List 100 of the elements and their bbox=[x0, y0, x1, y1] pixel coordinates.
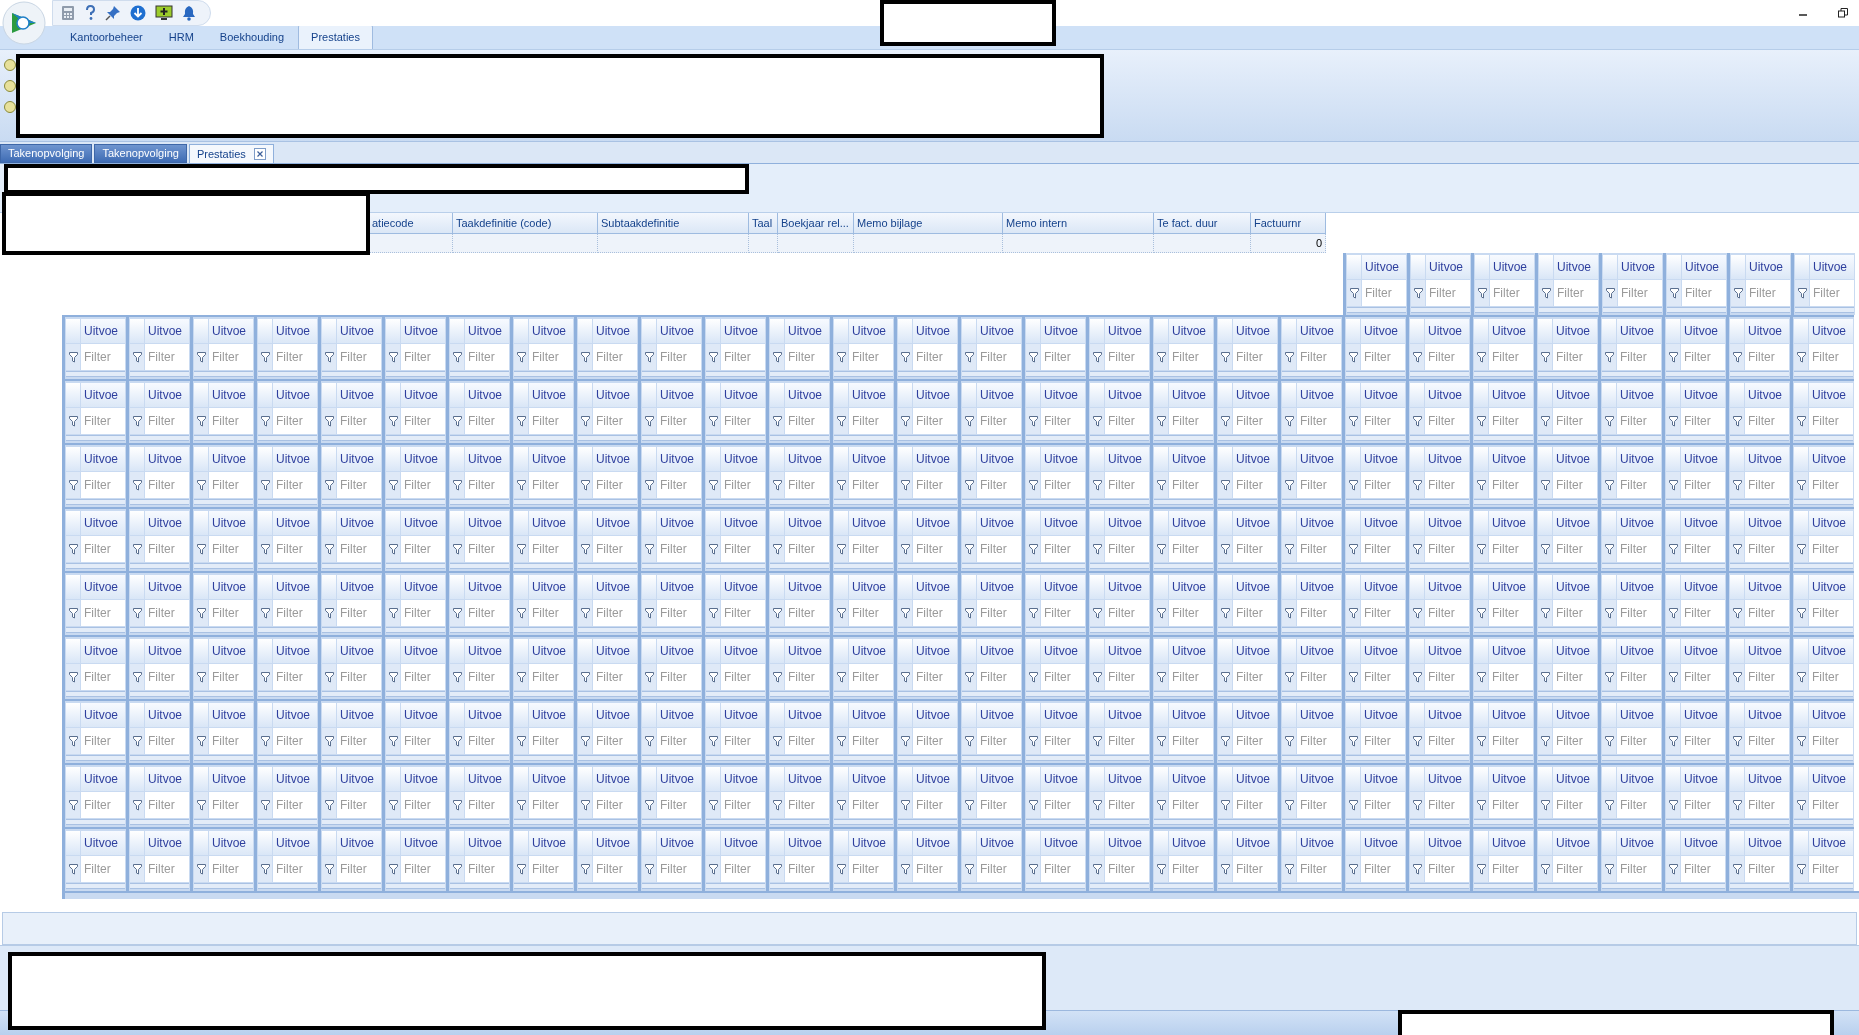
filter-icon[interactable] bbox=[452, 799, 462, 811]
filter-field[interactable]: Filter bbox=[657, 600, 701, 626]
filter-field[interactable]: Filter bbox=[1041, 600, 1085, 626]
filter-icon[interactable] bbox=[644, 863, 654, 875]
filter-field[interactable]: Filter bbox=[273, 792, 317, 818]
filter-icon[interactable] bbox=[68, 415, 78, 427]
filter-icon[interactable] bbox=[1732, 863, 1742, 875]
filter-icon[interactable] bbox=[964, 863, 974, 875]
filter-field[interactable]: Filter bbox=[593, 536, 637, 562]
filter-field[interactable]: Filter bbox=[145, 408, 189, 434]
column-header[interactable]: Uitvoe bbox=[145, 703, 189, 727]
column-header[interactable]: Uitvoe bbox=[1617, 575, 1661, 599]
filter-icon[interactable] bbox=[388, 607, 398, 619]
filter-icon[interactable] bbox=[772, 543, 782, 555]
filter-icon[interactable] bbox=[1604, 415, 1614, 427]
filter-icon[interactable] bbox=[196, 415, 206, 427]
column-header[interactable]: Uitvoe bbox=[401, 575, 445, 599]
filter-field[interactable]: Filter bbox=[1746, 280, 1790, 306]
filter-icon[interactable] bbox=[1604, 607, 1614, 619]
filter-icon[interactable] bbox=[644, 799, 654, 811]
column-header[interactable]: Uitvoe bbox=[1617, 383, 1661, 407]
column-header[interactable]: Uitvoe bbox=[401, 319, 445, 343]
filter-icon[interactable] bbox=[1220, 607, 1230, 619]
column-header[interactable]: Uitvoe bbox=[913, 383, 957, 407]
column-header[interactable]: Uitvoe bbox=[1489, 319, 1533, 343]
column-header[interactable]: Uitvoe bbox=[1169, 383, 1213, 407]
column-header[interactable]: Uitvoe bbox=[593, 703, 637, 727]
filter-field[interactable]: Filter bbox=[1553, 856, 1597, 882]
column-header[interactable]: Uitvoe bbox=[1809, 767, 1853, 791]
column-header[interactable]: Uitvoe bbox=[657, 383, 701, 407]
filter-field[interactable]: Filter bbox=[273, 856, 317, 882]
column-header[interactable]: Uitvoe bbox=[913, 447, 957, 471]
filter-field[interactable]: Filter bbox=[529, 472, 573, 498]
filter-icon[interactable] bbox=[900, 671, 910, 683]
filter-icon[interactable] bbox=[1412, 607, 1422, 619]
filter-field[interactable]: Filter bbox=[785, 472, 829, 498]
filter-icon[interactable] bbox=[836, 735, 846, 747]
filter-icon[interactable] bbox=[1284, 735, 1294, 747]
column-header[interactable]: Uitvoe bbox=[785, 575, 829, 599]
filter-field[interactable]: Filter bbox=[1553, 472, 1597, 498]
column-header[interactable]: Uitvoe bbox=[209, 831, 253, 855]
column-header[interactable]: Uitvoe bbox=[209, 575, 253, 599]
column-header[interactable]: Uitvoe bbox=[849, 831, 893, 855]
filter-icon[interactable] bbox=[260, 863, 270, 875]
filter-icon[interactable] bbox=[964, 543, 974, 555]
column-header[interactable]: Uitvoe bbox=[1681, 575, 1725, 599]
column-header[interactable]: Uitvoe bbox=[1681, 447, 1725, 471]
filter-icon[interactable] bbox=[1348, 479, 1358, 491]
filter-icon[interactable] bbox=[260, 607, 270, 619]
filter-icon[interactable] bbox=[1348, 415, 1358, 427]
column-header[interactable]: Uitvoe bbox=[1041, 767, 1085, 791]
column-header[interactable]: Uitvoe bbox=[1105, 639, 1149, 663]
filter-field[interactable]: Filter bbox=[1681, 408, 1725, 434]
column-header[interactable]: Uitvoe bbox=[1490, 255, 1534, 279]
column-header[interactable]: Uitvoe bbox=[145, 319, 189, 343]
column-header[interactable]: Uitvoe bbox=[401, 447, 445, 471]
filter-field[interactable]: Filter bbox=[1809, 600, 1853, 626]
filter-field[interactable]: Filter bbox=[1362, 280, 1406, 306]
filter-icon[interactable] bbox=[644, 735, 654, 747]
column-header[interactable]: Uitvoe bbox=[1809, 703, 1853, 727]
filter-icon[interactable] bbox=[388, 671, 398, 683]
column-header[interactable]: Te fact. duur bbox=[1154, 213, 1251, 234]
filter-field[interactable]: Filter bbox=[1169, 856, 1213, 882]
filter-field[interactable]: Filter bbox=[593, 728, 637, 754]
filter-icon[interactable] bbox=[644, 607, 654, 619]
column-header[interactable]: Uitvoe bbox=[1745, 767, 1789, 791]
filter-icon[interactable] bbox=[452, 607, 462, 619]
filter-icon[interactable] bbox=[388, 543, 398, 555]
ribbon-tab[interactable]: Boekhouding bbox=[207, 25, 297, 49]
column-header[interactable]: Uitvoe bbox=[1105, 447, 1149, 471]
column-header[interactable]: Uitvoe bbox=[1361, 831, 1405, 855]
filter-field[interactable]: Filter bbox=[1681, 344, 1725, 370]
column-header[interactable]: Uitvoe bbox=[785, 703, 829, 727]
filter-field[interactable]: Filter bbox=[1105, 728, 1149, 754]
filter-field[interactable]: Filter bbox=[977, 600, 1021, 626]
column-header[interactable]: Uitvoe bbox=[1553, 639, 1597, 663]
help-icon[interactable] bbox=[84, 5, 96, 21]
column-header[interactable]: Uitvoe bbox=[209, 319, 253, 343]
filter-field[interactable]: Filter bbox=[81, 344, 125, 370]
filter-field[interactable]: Filter bbox=[1425, 536, 1469, 562]
filter-field[interactable]: Filter bbox=[913, 536, 957, 562]
filter-field[interactable]: Filter bbox=[849, 536, 893, 562]
column-header[interactable]: Uitvoe bbox=[1361, 767, 1405, 791]
filter-icon[interactable] bbox=[772, 735, 782, 747]
download-icon[interactable] bbox=[130, 5, 146, 21]
column-header[interactable]: Uitvoe bbox=[1553, 447, 1597, 471]
filter-icon[interactable] bbox=[260, 479, 270, 491]
filter-icon[interactable] bbox=[772, 479, 782, 491]
column-header[interactable]: Uitvoe bbox=[1361, 447, 1405, 471]
filter-icon[interactable] bbox=[1348, 607, 1358, 619]
column-header[interactable]: Uitvoe bbox=[273, 767, 317, 791]
filter-field[interactable]: Filter bbox=[1361, 472, 1405, 498]
filter-field[interactable]: Filter bbox=[401, 664, 445, 690]
filter-field[interactable]: Filter bbox=[401, 600, 445, 626]
column-header[interactable]: Uitvoe bbox=[1489, 575, 1533, 599]
filter-icon[interactable] bbox=[1028, 415, 1038, 427]
column-header[interactable]: Uitvoe bbox=[977, 383, 1021, 407]
column-header[interactable]: Uitvoe bbox=[529, 383, 573, 407]
column-header[interactable]: Uitvoe bbox=[593, 319, 637, 343]
filter-field[interactable]: Filter bbox=[785, 664, 829, 690]
